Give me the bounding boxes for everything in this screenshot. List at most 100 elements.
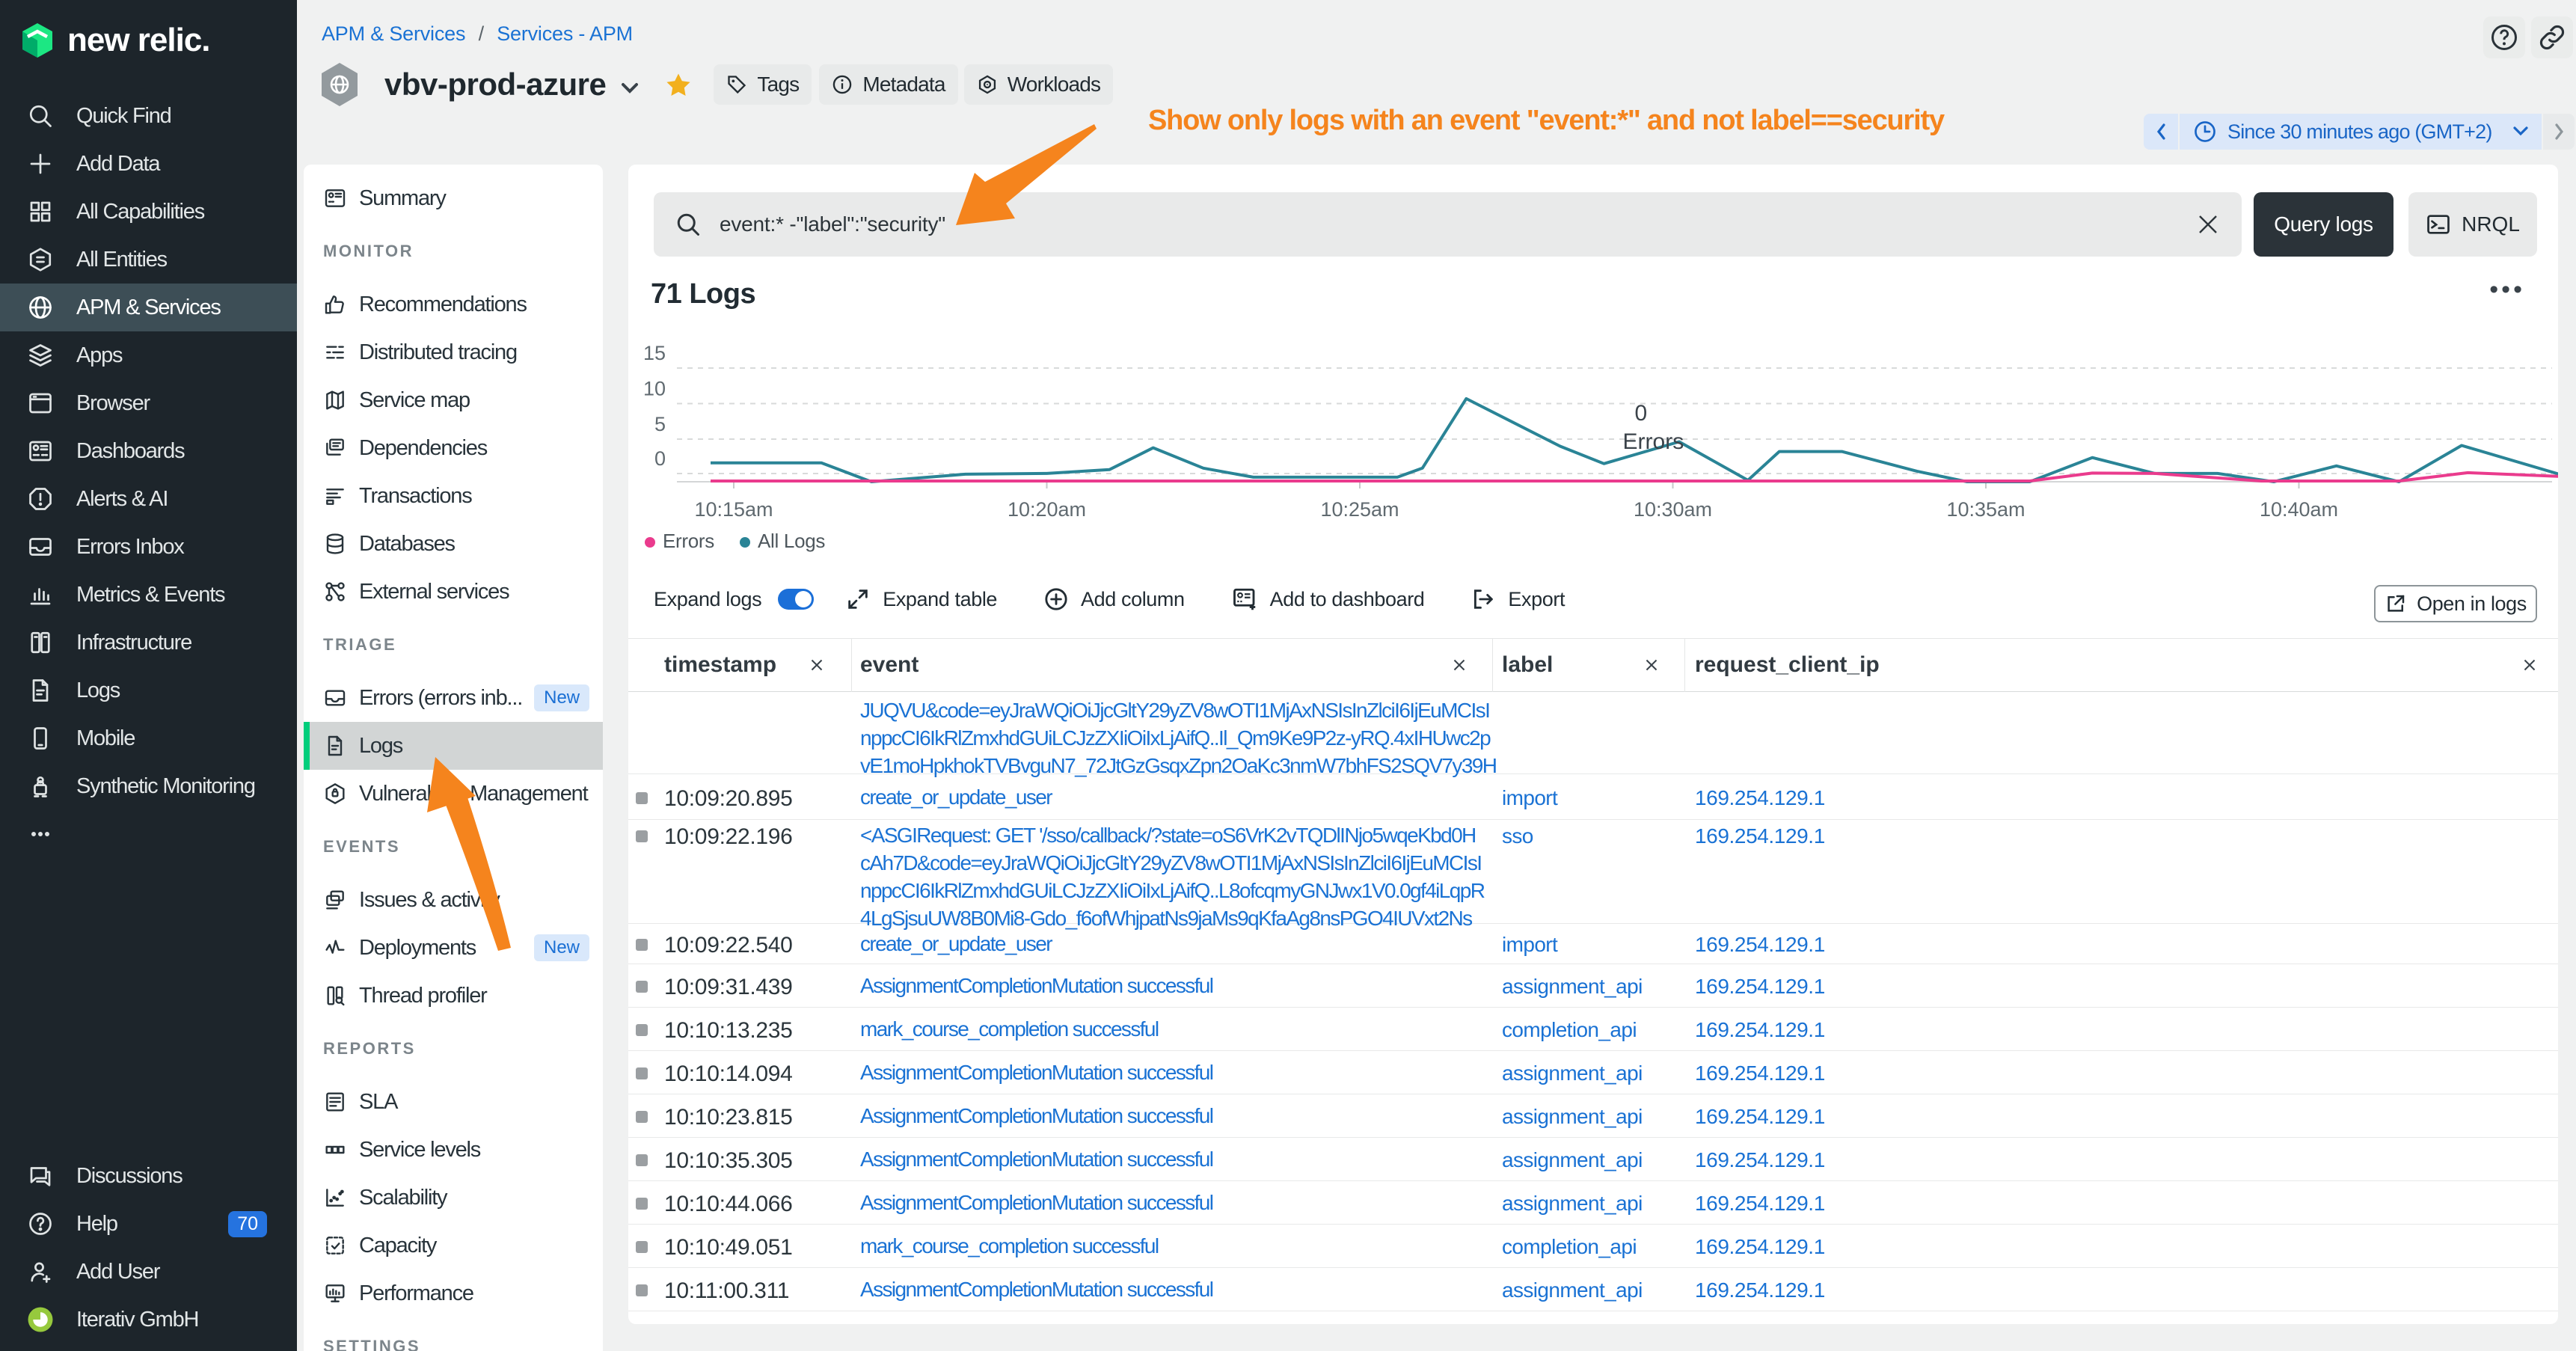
remove-column-icon[interactable] — [1449, 655, 1470, 676]
tags-button[interactable]: Tags — [714, 64, 812, 105]
row-select-box[interactable] — [636, 1154, 648, 1166]
sidebar-item-add-user[interactable]: Add User — [0, 1248, 297, 1296]
new-relic-logo[interactable]: new relic. — [19, 21, 210, 60]
sidebar-item-apm-services[interactable]: APM & Services — [0, 284, 297, 331]
permalink-button[interactable] — [2531, 16, 2573, 58]
add-to-dashboard-button[interactable]: Add to dashboard — [1231, 586, 1425, 613]
row-select-box[interactable] — [636, 1198, 648, 1210]
favorite-star-icon[interactable] — [665, 72, 692, 99]
row-select-box[interactable] — [636, 792, 648, 804]
label-link[interactable]: assignment_api — [1502, 1062, 1643, 1085]
search-clear-icon[interactable] — [2195, 212, 2221, 237]
export-button[interactable]: Export — [1471, 586, 1565, 612]
log-search-box[interactable]: event:* -"label":"security" — [654, 192, 2242, 257]
subnav-item-capacity[interactable]: Capacity — [304, 1222, 603, 1269]
sidebar-item-mobile[interactable]: Mobile — [0, 714, 297, 762]
event-link[interactable]: AssignmentCompletionMutation successful — [852, 1102, 1493, 1130]
log-row[interactable]: 10:10:49.051mark_course_completion succe… — [628, 1225, 2558, 1268]
log-row[interactable]: 10:10:35.305AssignmentCompletionMutation… — [628, 1138, 2558, 1181]
column-header-request-client-ip[interactable]: request_client_ip — [1685, 638, 2558, 692]
remove-column-icon[interactable] — [806, 655, 827, 676]
legend-all-logs[interactable]: All Logs — [740, 530, 825, 553]
subnav-item-transactions[interactable]: Transactions — [304, 472, 603, 520]
subnav-item-external-services[interactable]: External services — [304, 568, 603, 616]
event-link[interactable]: AssignmentCompletionMutation successful — [852, 1275, 1493, 1303]
ip-link[interactable]: 169.254.129.1 — [1695, 1105, 1825, 1128]
sidebar-item-all-capabilities[interactable]: All Capabilities — [0, 188, 297, 236]
sidebar-item-add-data[interactable]: Add Data — [0, 140, 297, 188]
sidebar-item-infrastructure[interactable]: Infrastructure — [0, 619, 297, 667]
sidebar-item-more[interactable] — [0, 810, 297, 858]
ip-link[interactable]: 169.254.129.1 — [1695, 1278, 1825, 1302]
subnav-item-distributed-tracing[interactable]: Distributed tracing — [304, 328, 603, 376]
subnav-item-issues-activity[interactable]: Issues & activity — [304, 876, 603, 924]
subnav-item-deployments[interactable]: DeploymentsNew — [304, 924, 603, 972]
subnav-item-summary[interactable]: Summary — [304, 174, 603, 222]
sidebar-item-alerts-ai[interactable]: Alerts & AI — [0, 475, 297, 523]
open-in-logs-button[interactable]: Open in logs — [2374, 585, 2537, 622]
remove-column-icon[interactable] — [1641, 655, 1662, 676]
ip-link[interactable]: 169.254.129.1 — [1695, 1235, 1825, 1258]
expand-logs-toggle[interactable] — [778, 589, 814, 610]
add-column-button[interactable]: Add column — [1043, 586, 1185, 612]
column-header-label[interactable]: label — [1493, 638, 1685, 692]
label-link[interactable]: import — [1502, 786, 1557, 809]
label-link[interactable]: completion_api — [1502, 1235, 1637, 1258]
help-button[interactable] — [2483, 16, 2525, 58]
label-link[interactable]: completion_api — [1502, 1018, 1637, 1041]
subnav-item-performance[interactable]: Performance — [304, 1269, 603, 1317]
log-row[interactable]: 10:11:00.311AssignmentCompletionMutation… — [628, 1268, 2558, 1311]
log-row[interactable]: 10:10:44.066AssignmentCompletionMutation… — [628, 1181, 2558, 1225]
row-select-box[interactable] — [636, 830, 648, 842]
label-link[interactable]: assignment_api — [1502, 975, 1643, 998]
expand-table-button[interactable]: Expand table — [845, 586, 997, 612]
time-picker-next-button[interactable] — [2543, 114, 2575, 150]
sidebar-item-discussions[interactable]: Discussions — [0, 1152, 297, 1200]
log-row[interactable]: 10:10:23.815AssignmentCompletionMutation… — [628, 1094, 2558, 1138]
subnav-item-thread-profiler[interactable]: Thread profiler — [304, 972, 603, 1020]
event-link[interactable]: nppcCI6IkRlZmxhdGUiLCJzZXIiOiIxLjAifQ..I… — [852, 724, 1493, 752]
ip-link[interactable]: 169.254.129.1 — [1695, 933, 1825, 956]
subnav-item-vulnerability-management[interactable]: Vulnerability Management — [304, 770, 603, 818]
subnav-item-sla[interactable]: SLA — [304, 1078, 603, 1126]
row-select-box[interactable] — [636, 1024, 648, 1036]
label-link[interactable]: assignment_api — [1502, 1278, 1643, 1302]
sidebar-item-help[interactable]: Help70 — [0, 1200, 297, 1248]
row-select-box[interactable] — [636, 1111, 648, 1123]
row-select-box[interactable] — [636, 1241, 648, 1253]
log-row[interactable]: JUQVU&code=eyJraWQiOiJjcGltY29yZV8wOTI1M… — [628, 692, 2558, 774]
subnav-item-databases[interactable]: Databases — [304, 520, 603, 568]
sidebar-item-dashboards[interactable]: Dashboards — [0, 427, 297, 475]
time-picker-dropdown[interactable]: Since 30 minutes ago (GMT+2) — [2180, 114, 2542, 150]
log-row[interactable]: 10:10:13.235mark_course_completion succe… — [628, 1008, 2558, 1051]
sidebar-item-synthetic-monitoring[interactable]: Synthetic Monitoring — [0, 762, 297, 810]
ip-link[interactable]: 169.254.129.1 — [1695, 1192, 1825, 1215]
log-row[interactable]: 10:09:20.895create_or_update_userimport1… — [628, 774, 2558, 820]
row-select-box[interactable] — [636, 981, 648, 993]
sidebar-item-logs[interactable]: Logs — [0, 667, 297, 714]
ip-link[interactable]: 169.254.129.1 — [1695, 1148, 1825, 1171]
breadcrumb-apm-services[interactable]: APM & Services — [322, 22, 465, 45]
time-picker-prev-button[interactable] — [2144, 114, 2178, 150]
sidebar-item-browser[interactable]: Browser — [0, 379, 297, 427]
nrql-button[interactable]: NRQL — [2408, 192, 2537, 257]
log-row[interactable]: 10:09:22.540create_or_update_userimport1… — [628, 924, 2558, 964]
event-link[interactable]: AssignmentCompletionMutation successful — [852, 972, 1493, 999]
breadcrumb-services-apm[interactable]: Services - APM — [497, 22, 633, 45]
event-link[interactable]: nppcCI6IkRlZmxhdGUiLCJzZXIiOiIxLjAifQ..L… — [852, 877, 1493, 904]
sidebar-item-apps[interactable]: Apps — [0, 331, 297, 379]
column-header-event[interactable]: event — [852, 638, 1493, 692]
query-logs-button[interactable]: Query logs — [2254, 192, 2393, 257]
event-link[interactable]: <ASGIRequest: GET '/sso/callback/?state=… — [852, 821, 1493, 849]
event-link[interactable]: JUQVU&code=eyJraWQiOiJjcGltY29yZV8wOTI1M… — [852, 696, 1493, 724]
entity-dropdown-caret-icon[interactable] — [619, 82, 640, 95]
event-link[interactable]: mark_course_completion successful — [852, 1232, 1493, 1260]
label-link[interactable]: sso — [1502, 824, 1533, 848]
legend-errors[interactable]: Errors — [645, 530, 714, 553]
row-select-box[interactable] — [636, 1284, 648, 1296]
sidebar-item-iterativ-gmbh[interactable]: Iterativ GmbH — [0, 1296, 297, 1344]
subnav-item-recommendations[interactable]: Recommendations — [304, 281, 603, 328]
sidebar-item-errors-inbox[interactable]: Errors Inbox — [0, 523, 297, 571]
metadata-button[interactable]: Metadata — [819, 64, 957, 105]
ip-link[interactable]: 169.254.129.1 — [1695, 786, 1825, 809]
